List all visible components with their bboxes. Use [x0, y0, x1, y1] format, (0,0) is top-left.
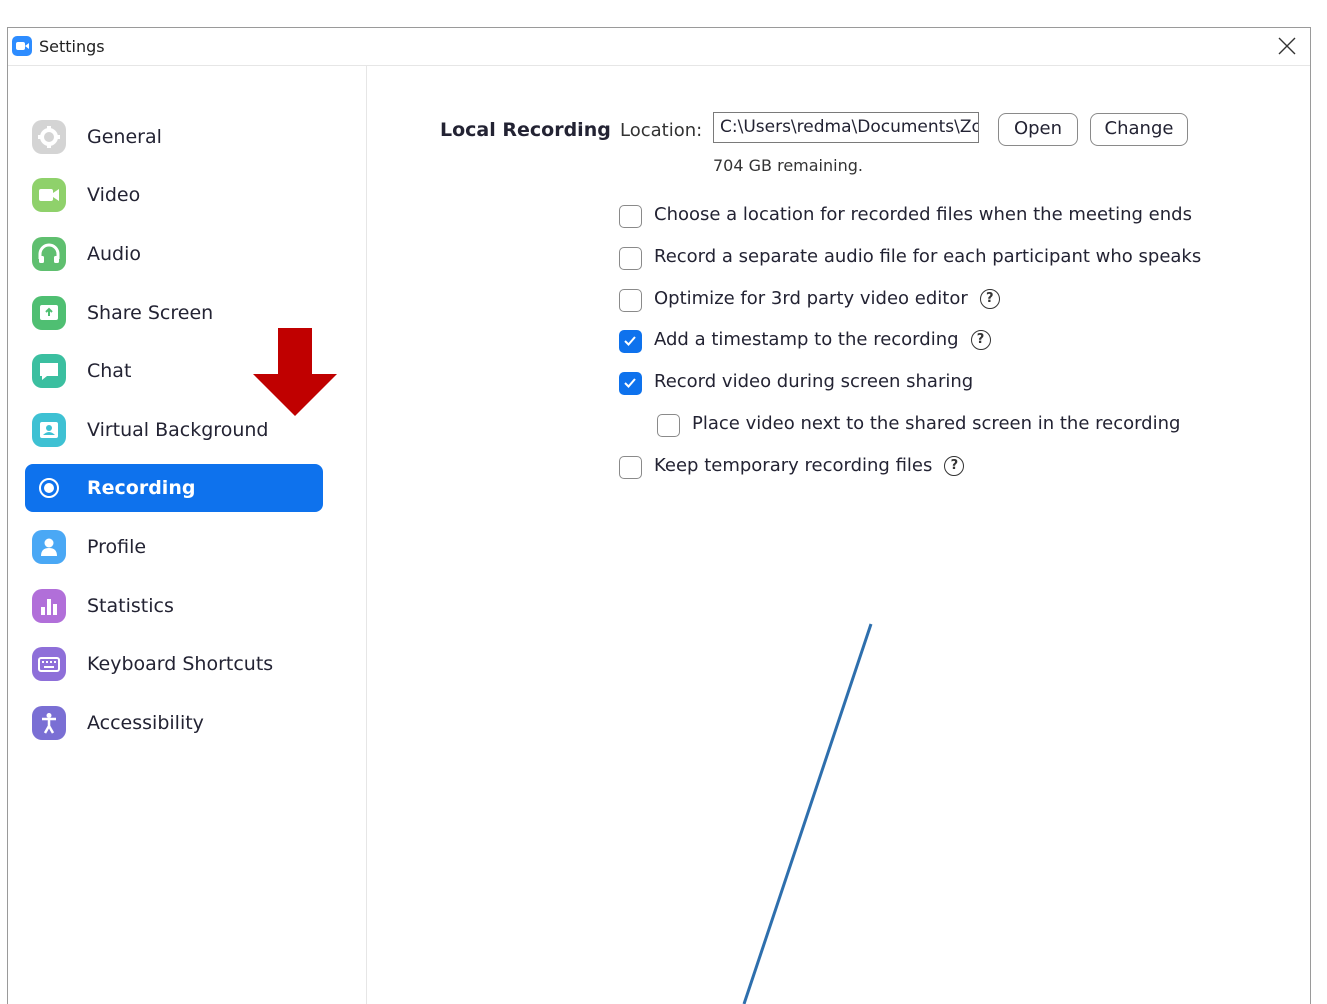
chat-bubble-icon [32, 354, 66, 388]
sidebar-item-label: Profile [87, 536, 147, 558]
option-label: Place video next to the shared screen in… [692, 413, 1181, 434]
sidebar-item-label: Chat [87, 360, 132, 382]
gear-icon [32, 120, 66, 154]
disk-space-remaining: 704 GB remaining. [713, 156, 863, 175]
option-label: Record a separate audio file for each pa… [654, 246, 1202, 267]
sidebar-item-label: Audio [87, 243, 142, 265]
checkbox-checked[interactable] [619, 330, 642, 353]
help-icon[interactable]: ? [979, 289, 1000, 309]
recording-settings-panel: Local Recording Location: C:\Users\redma… [367, 66, 1310, 1004]
sidebar-item-label: Keyboard Shortcuts [87, 653, 274, 675]
option-label: Record video during screen sharing [654, 371, 974, 392]
location-label: Location: [620, 120, 703, 141]
sidebar-item-profile[interactable]: Profile [25, 523, 323, 571]
open-folder-button[interactable]: Open [998, 113, 1078, 146]
share-screen-icon [32, 296, 66, 330]
red-arrow-annotation [253, 328, 337, 416]
sidebar-item-keyboard-shortcuts[interactable]: Keyboard Shortcuts [25, 640, 323, 688]
sidebar-item-audio[interactable]: Audio [25, 230, 323, 278]
sidebar-item-accessibility[interactable]: Accessibility [25, 699, 323, 747]
checkmark-icon [624, 336, 636, 346]
accessibility-icon [32, 706, 66, 740]
option-label: Choose a location for recorded files whe… [654, 204, 1192, 225]
sidebar-item-label: Statistics [87, 595, 174, 617]
sidebar-item-label: Share Screen [87, 302, 214, 324]
user-icon [32, 530, 66, 564]
checkbox[interactable] [619, 456, 642, 479]
sidebar-item-statistics[interactable]: Statistics [25, 582, 323, 630]
person-frame-icon [32, 413, 66, 447]
checkbox[interactable] [619, 205, 642, 228]
video-camera-icon [32, 178, 66, 212]
sidebar-item-label: Virtual Background [87, 419, 269, 441]
headphones-icon [32, 237, 66, 271]
sidebar-item-label: Accessibility [87, 712, 204, 734]
sidebar-item-label: Video [87, 184, 141, 206]
sidebar-item-video[interactable]: Video [25, 171, 323, 219]
help-icon[interactable]: ? [944, 456, 965, 476]
sidebar-item-label: Recording [87, 477, 196, 499]
close-icon [1278, 37, 1296, 55]
checkbox-checked[interactable] [619, 372, 642, 395]
record-icon [32, 471, 66, 505]
checkbox[interactable] [619, 289, 642, 312]
sidebar-item-label: General [87, 126, 162, 148]
change-location-button[interactable]: Change [1090, 113, 1188, 146]
local-recording-heading: Local Recording [440, 119, 611, 141]
checkbox[interactable] [619, 247, 642, 270]
sidebar-item-general[interactable]: General [25, 113, 323, 161]
option-label: Keep temporary recording files? [654, 455, 965, 476]
title-bar: Settings [8, 28, 1310, 66]
option-label: Add a timestamp to the recording? [654, 329, 991, 350]
option-label: Optimize for 3rd party video editor? [654, 288, 1000, 309]
close-button[interactable] [1272, 32, 1302, 60]
bar-chart-icon [32, 589, 66, 623]
settings-sidebar: General Video Audio Share Screen Chat Vi… [8, 66, 367, 1004]
sidebar-item-recording[interactable]: Recording [25, 464, 323, 512]
checkmark-icon [624, 378, 636, 388]
help-icon[interactable]: ? [970, 330, 991, 350]
zoom-app-icon [12, 36, 32, 56]
keyboard-icon [32, 647, 66, 681]
settings-window: Settings General Video Audio Share Scree… [7, 27, 1311, 1004]
checkbox[interactable] [657, 414, 680, 437]
window-title: Settings [39, 37, 105, 56]
location-path-field[interactable]: C:\Users\redma\Documents\Zoom [713, 112, 979, 143]
